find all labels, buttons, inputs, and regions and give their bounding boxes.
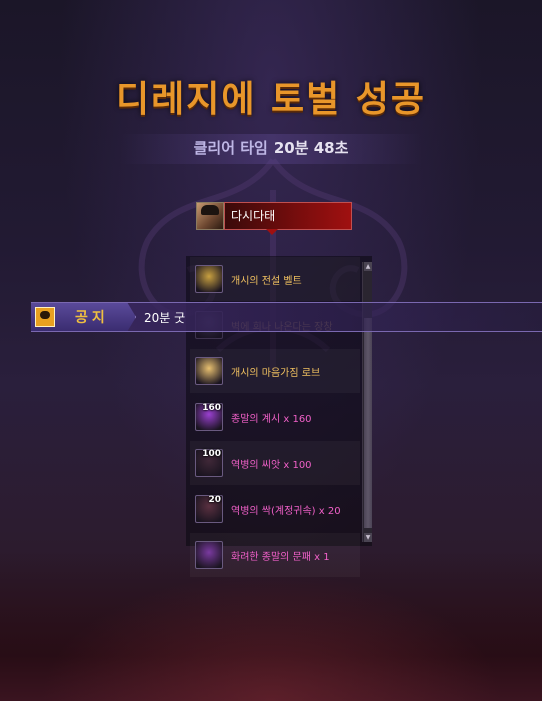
reward-item[interactable]: 20 역병의 싹(계정귀속) x 20: [190, 487, 360, 531]
dungeon-clear-title: 디레지에 토벌 성공: [115, 79, 427, 120]
notice-badge-label: 공지: [75, 310, 109, 326]
seed-icon: 100: [195, 449, 223, 477]
reward-count: 100: [202, 449, 221, 459]
reward-count: 20: [208, 495, 221, 505]
reward-item[interactable]: 개시의 마음가짐 로브: [190, 349, 360, 393]
scroll-thumb[interactable]: [364, 318, 372, 528]
player-name: 다시다태: [224, 202, 352, 230]
reward-label: 개시의 전설 벨트: [231, 275, 302, 287]
reward-label: 종말의 계시 x 160: [231, 413, 312, 425]
reward-label: 화려한 종말의 문패 x 1: [231, 551, 330, 563]
player-portrait-icon: [196, 202, 224, 230]
robe-icon: [195, 357, 223, 385]
clear-time-label: 클리어 타임: [193, 139, 268, 157]
clear-time-value: 20분 48초: [273, 139, 349, 157]
sprout-icon: 20: [195, 495, 223, 523]
clear-time: 클리어 타임 20분 48초: [0, 137, 542, 158]
notice-badge: 공지: [31, 303, 136, 331]
notice-portrait-icon: [35, 307, 55, 327]
scroll-down-icon[interactable]: ▼: [364, 533, 372, 542]
notice-bar: 공지 20분 굿: [31, 302, 542, 332]
scroll-up-icon[interactable]: ▲: [364, 262, 372, 271]
reward-label: 역병의 싹(계정귀속) x 20: [231, 505, 341, 517]
reward-label: 역병의 씨앗 x 100: [231, 459, 312, 471]
reward-item[interactable]: 100 역병의 씨앗 x 100: [190, 441, 360, 485]
belt-icon: [195, 265, 223, 293]
reward-count: 160: [202, 403, 221, 413]
reward-item[interactable]: 160 종말의 계시 x 160: [190, 395, 360, 439]
orb-icon: 160: [195, 403, 223, 431]
player-pointer-icon: [266, 229, 278, 235]
reward-item[interactable]: 화려한 종말의 문패 x 1: [190, 533, 360, 577]
player-nameplate[interactable]: 다시다태: [196, 202, 352, 230]
reward-item[interactable]: 개시의 전설 벨트: [190, 257, 360, 301]
notice-message: 20분 굿: [144, 310, 186, 325]
rose-icon: [195, 541, 223, 569]
reward-label: 개시의 마음가짐 로브: [231, 367, 321, 379]
